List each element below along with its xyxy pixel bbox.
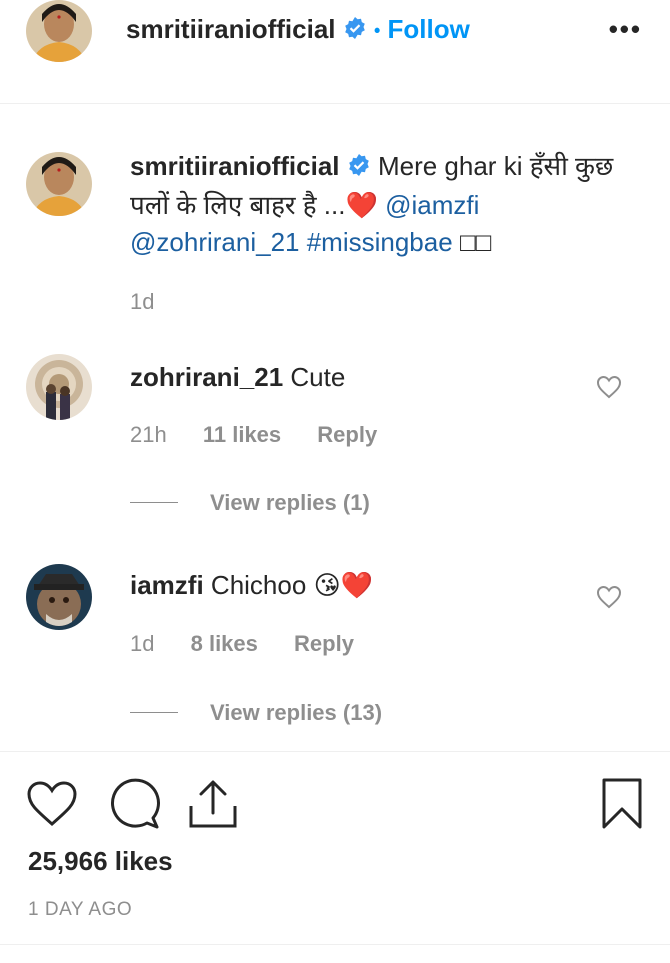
comment-body: Cute bbox=[290, 362, 346, 392]
hashtag-missingbae[interactable]: #missingbae bbox=[307, 227, 453, 257]
header-divider bbox=[0, 103, 670, 104]
comment-like-icon[interactable] bbox=[596, 585, 622, 614]
header-avatar[interactable] bbox=[26, 0, 92, 62]
comment-username[interactable]: zohrirani_21 bbox=[130, 362, 283, 392]
header-username[interactable]: smritiiraniofficial bbox=[126, 14, 336, 44]
comment-meta: 1d 8 likes Reply bbox=[130, 631, 384, 657]
footer-divider bbox=[0, 944, 670, 945]
comment-body: Chichoo bbox=[210, 570, 307, 600]
view-replies-line bbox=[130, 712, 178, 713]
likes-count[interactable]: 25,966 likes bbox=[28, 846, 173, 877]
view-replies-button[interactable]: View replies (1) bbox=[210, 490, 370, 516]
comment-time[interactable]: 21h bbox=[130, 422, 167, 447]
heart-emoji: ❤️ bbox=[345, 189, 378, 220]
view-replies-line bbox=[130, 502, 178, 503]
comment-bubble-icon[interactable] bbox=[106, 778, 160, 835]
header-row: smritiiraniofficial • Follow bbox=[126, 14, 470, 47]
comment-avatar[interactable] bbox=[26, 354, 92, 420]
caption-time[interactable]: 1d bbox=[130, 289, 154, 315]
share-icon[interactable] bbox=[188, 778, 238, 835]
comment-username[interactable]: iamzfi bbox=[130, 570, 204, 600]
comment-likes[interactable]: 8 likes bbox=[191, 631, 258, 656]
post-date: 1 DAY AGO bbox=[28, 899, 133, 920]
comment-meta: 21h 11 likes Reply bbox=[130, 422, 407, 448]
more-options-icon[interactable]: ••• bbox=[609, 14, 642, 45]
view-replies-button[interactable]: View replies (13) bbox=[210, 700, 382, 726]
comment-text: iamzfi Chichoo 😘❤️ bbox=[130, 570, 373, 601]
heart-icon[interactable] bbox=[26, 780, 78, 833]
comment-time[interactable]: 1d bbox=[130, 631, 154, 656]
caption-text: smritiiraniofficial Mere ghar ki हँसी कु… bbox=[130, 148, 640, 261]
kiss-heart-emoji: 😘❤️ bbox=[313, 570, 374, 600]
actions-divider bbox=[0, 751, 670, 752]
mention-iamzfi[interactable]: @iamzfi bbox=[385, 190, 479, 220]
reply-button[interactable]: Reply bbox=[317, 422, 377, 447]
caption-username[interactable]: smritiiraniofficial bbox=[130, 151, 340, 181]
caption-avatar[interactable] bbox=[26, 152, 92, 216]
caption-trailing-glyphs: □□ bbox=[459, 226, 492, 257]
header-separator: • bbox=[373, 20, 381, 41]
comment-avatar[interactable] bbox=[26, 564, 92, 630]
verified-badge-icon bbox=[347, 150, 371, 187]
bookmark-icon[interactable] bbox=[600, 777, 644, 836]
mention-zohrirani[interactable]: @zohrirani_21 bbox=[130, 227, 299, 257]
reply-button[interactable]: Reply bbox=[294, 631, 354, 656]
follow-button[interactable]: Follow bbox=[388, 14, 470, 44]
comment-like-icon[interactable] bbox=[596, 375, 622, 404]
verified-badge-icon bbox=[343, 16, 367, 47]
comment-text: zohrirani_21 Cute bbox=[130, 362, 345, 393]
comment-likes[interactable]: 11 likes bbox=[203, 422, 281, 447]
